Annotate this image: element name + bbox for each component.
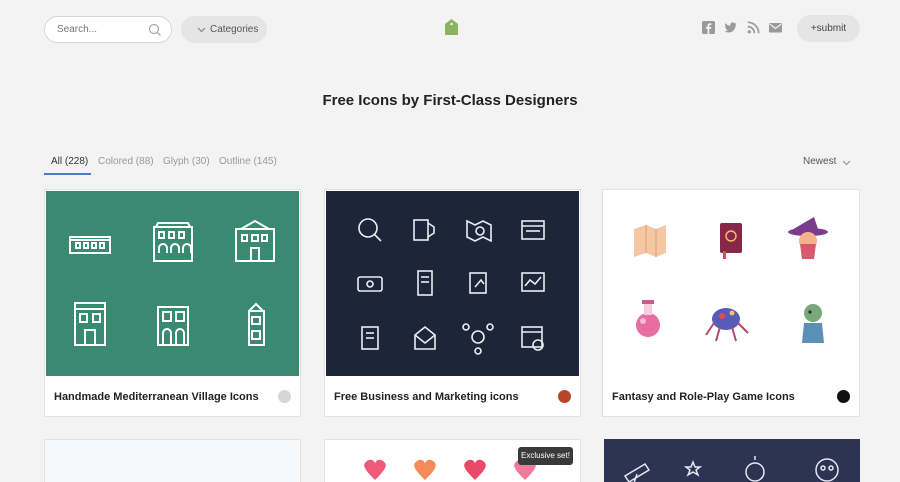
icon-set-card[interactable]: Handmade Mediterranean Village Icons: [44, 189, 301, 417]
page-title: Free Icons by First-Class Designers: [322, 92, 578, 109]
twitter-icon[interactable]: [724, 21, 737, 34]
icon-set-card[interactable]: Fantasy and Role-Play Game Icons: [602, 189, 860, 417]
submit-button[interactable]: +submit: [797, 15, 860, 42]
search-icon[interactable]: [148, 23, 162, 37]
icon-set-card[interactable]: Free Business and Marketing icons: [324, 189, 581, 417]
categories-dropdown[interactable]: Categories: [181, 16, 267, 43]
icon-set-card[interactable]: [44, 439, 301, 482]
tab-outline[interactable]: Outline (145): [219, 156, 277, 167]
card-preview-image: [623, 456, 839, 482]
chevron-down-icon: [197, 27, 206, 33]
facebook-icon[interactable]: [702, 21, 715, 34]
card-title[interactable]: Fantasy and Role-Play Game Icons: [612, 391, 795, 403]
card-title[interactable]: Handmade Mediterranean Village Icons: [54, 391, 259, 403]
categories-label: Categories: [210, 24, 259, 35]
logo-icon[interactable]: [444, 18, 459, 36]
rss-icon[interactable]: [747, 21, 760, 34]
card-preview-image: [46, 191, 299, 376]
icon-set-card[interactable]: [604, 439, 860, 482]
filter-tabs: All (228) Colored (88) Glyph (30) Outlin…: [44, 150, 304, 176]
sort-dropdown[interactable]: Newest: [803, 156, 836, 167]
search-box[interactable]: [44, 16, 172, 43]
mail-icon[interactable]: [769, 21, 782, 34]
author-avatar[interactable]: [558, 390, 571, 403]
card-preview-image: [604, 191, 857, 376]
card-preview-image: [326, 191, 579, 376]
author-avatar[interactable]: [837, 390, 850, 403]
author-avatar[interactable]: [278, 390, 291, 403]
exclusive-badge: Exclusive set!: [518, 447, 573, 465]
search-input[interactable]: [57, 24, 147, 35]
header: Categories +submit: [0, 0, 900, 60]
card-title[interactable]: Free Business and Marketing icons: [334, 391, 519, 403]
tab-all[interactable]: All (228): [51, 156, 88, 167]
tab-colored[interactable]: Colored (88): [98, 156, 154, 167]
active-tab-indicator: [44, 173, 91, 175]
chevron-down-icon: [842, 160, 851, 166]
tab-glyph[interactable]: Glyph (30): [163, 156, 210, 167]
